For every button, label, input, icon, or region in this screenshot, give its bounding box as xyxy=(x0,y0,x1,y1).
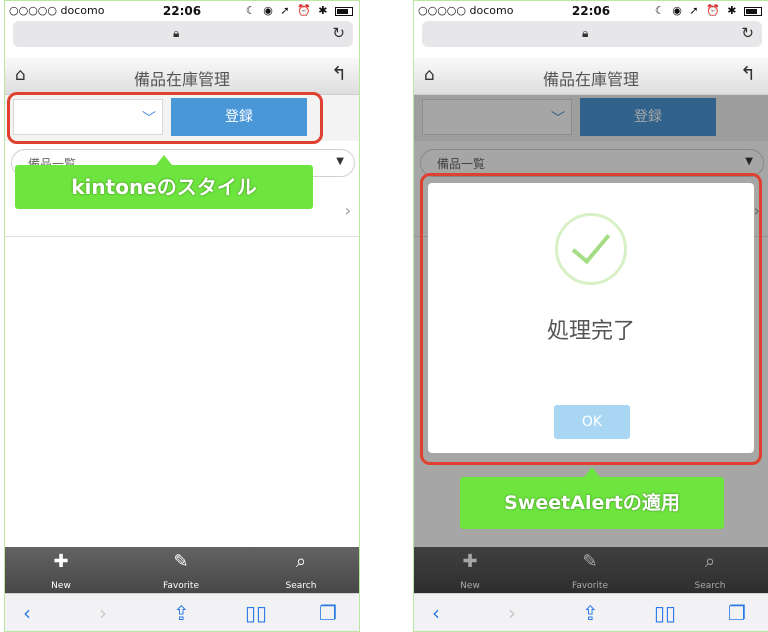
phone-screen-left: ○○○○○ docomo 22:06 ☾ ◉ ➚ ⏰ ✱ 🔒︎ ↻ ⌂ 備品在庫… xyxy=(4,0,360,632)
bookmarks-icon[interactable]: ▯▯ xyxy=(245,601,267,625)
back-icon[interactable]: ↰ xyxy=(331,63,347,85)
tab-new-label: New xyxy=(51,581,71,591)
url-bar[interactable]: 🔒︎ ↻ xyxy=(422,21,762,47)
back-arrow-icon[interactable]: ‹ xyxy=(432,601,440,625)
annotation-label: SweetAlertの適用 xyxy=(460,467,724,529)
back-icon[interactable]: ↰ xyxy=(740,63,756,85)
tabs-icon[interactable]: ❐ xyxy=(728,601,746,625)
app-footer: ✚ New ✎ Favorite ⌕ Search xyxy=(5,547,359,593)
highlight-frame xyxy=(7,92,323,144)
status-bar: ○○○○○ docomo 22:06 ☾ ◉ ➚ ⏰ ✱ xyxy=(414,1,768,21)
battery-icon xyxy=(335,6,353,16)
tab-favorite[interactable]: ✎ Favorite xyxy=(141,551,221,592)
annotation-label-text: kintoneのスタイル xyxy=(71,175,257,199)
app-header: ⌂ 備品在庫管理 ↰ xyxy=(414,57,768,95)
highlight-frame xyxy=(420,173,762,465)
page-title: 備品在庫管理 xyxy=(133,70,230,89)
chevron-right-icon: › xyxy=(344,201,351,220)
tab-new[interactable]: ✚ New xyxy=(21,551,101,592)
pin-icon: ✎ xyxy=(173,551,189,572)
reload-icon[interactable]: ↻ xyxy=(332,24,345,42)
tab-search[interactable]: ⌕ Search xyxy=(261,551,341,592)
browser-toolbar: ‹ › ⇪ ▯▯ ❐ xyxy=(414,593,768,631)
back-arrow-icon[interactable]: ‹ xyxy=(23,601,31,625)
status-bar: ○○○○○ docomo 22:06 ☾ ◉ ➚ ⏰ ✱ xyxy=(5,1,359,21)
url-bar[interactable]: 🔒︎ ↻ xyxy=(13,21,353,47)
label-pointer xyxy=(584,467,600,477)
battery-icon xyxy=(744,6,762,16)
label-pointer xyxy=(156,155,172,165)
plus-icon: ✚ xyxy=(53,551,69,572)
app-header: ⌂ 備品在庫管理 ↰ xyxy=(5,57,359,95)
tab-search-label: Search xyxy=(285,581,317,591)
annotation-label: kintoneのスタイル xyxy=(15,155,313,209)
share-icon[interactable]: ⇪ xyxy=(173,601,190,625)
status-icons: ☾ ◉ ➚ ⏰ ✱ xyxy=(655,4,762,17)
forward-arrow-icon[interactable]: › xyxy=(508,601,516,625)
status-icons: ☾ ◉ ➚ ⏰ ✱ xyxy=(246,4,353,17)
share-icon[interactable]: ⇪ xyxy=(582,601,599,625)
browser-toolbar: ‹ › ⇪ ▯▯ ❐ xyxy=(5,593,359,631)
forward-arrow-icon[interactable]: › xyxy=(99,601,107,625)
lock-icon: 🔒︎ xyxy=(582,26,589,40)
phone-screen-right: ○○○○○ docomo 22:06 ☾ ◉ ➚ ⏰ ✱ 🔒︎ ↻ ⌂ 備品在庫… xyxy=(413,0,768,632)
lock-icon: 🔒︎ xyxy=(173,26,180,40)
caret-down-icon: ▼ xyxy=(336,156,344,167)
reload-icon[interactable]: ↻ xyxy=(741,24,754,42)
bookmarks-icon[interactable]: ▯▯ xyxy=(654,601,676,625)
tab-favorite-label: Favorite xyxy=(163,581,199,591)
page-title: 備品在庫管理 xyxy=(542,70,639,89)
search-icon: ⌕ xyxy=(295,551,307,572)
tabs-icon[interactable]: ❐ xyxy=(319,601,337,625)
annotation-label-text: SweetAlertの適用 xyxy=(504,492,680,514)
